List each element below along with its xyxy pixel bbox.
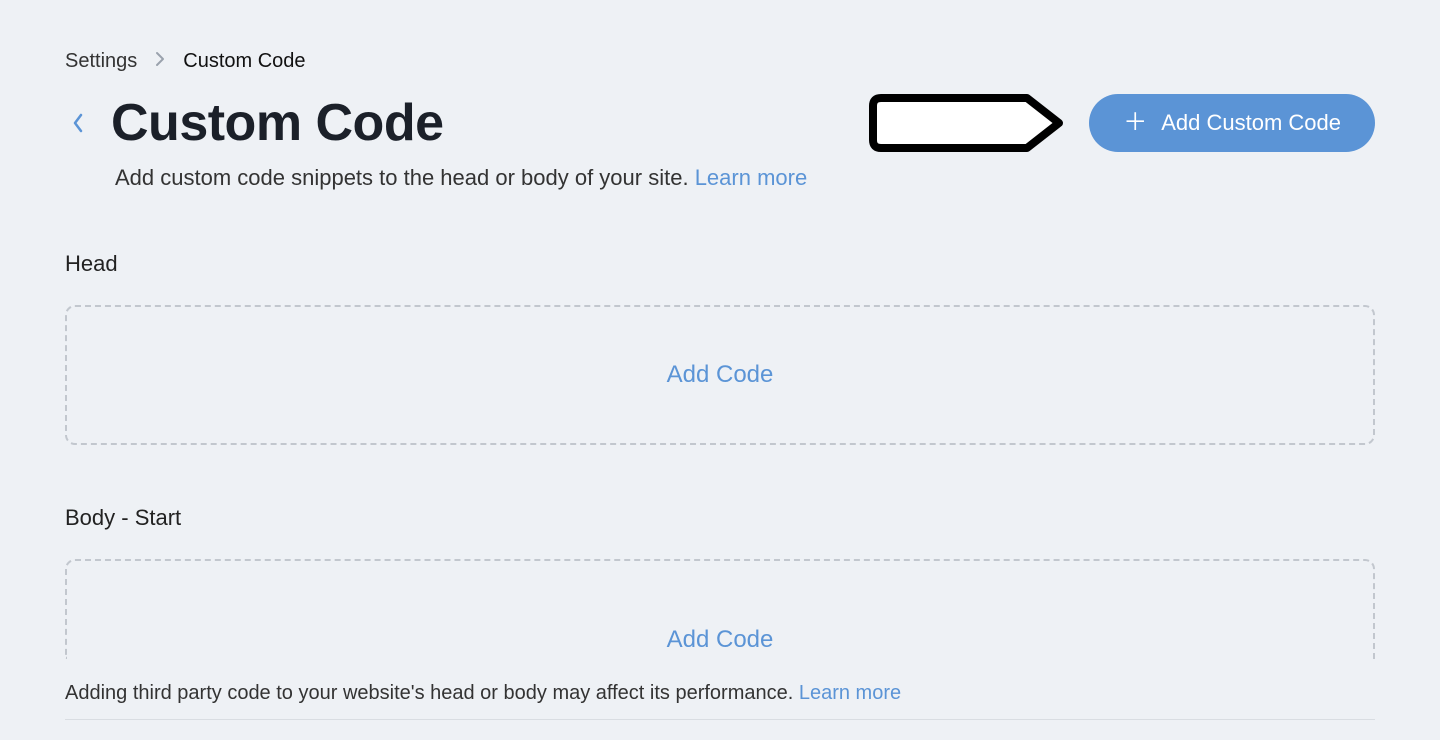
chevron-left-icon	[71, 111, 85, 135]
tag-pointer-callout	[869, 94, 1067, 152]
breadcrumb-current: Custom Code	[183, 50, 305, 73]
breadcrumb: Settings Custom Code	[65, 50, 1375, 73]
footer-notice: Adding third party code to your website'…	[65, 682, 1375, 720]
body-start-add-code-link[interactable]: Add Code	[667, 626, 774, 654]
back-button[interactable]	[65, 105, 91, 141]
body-start-add-code-zone[interactable]: Add Code	[65, 559, 1375, 659]
head-add-code-link[interactable]: Add Code	[667, 361, 774, 389]
page-title: Custom Code	[111, 93, 444, 153]
add-custom-code-label: Add Custom Code	[1161, 110, 1341, 136]
plus-icon: ＋	[1123, 111, 1147, 135]
head-add-code-zone[interactable]: Add Code	[65, 305, 1375, 445]
chevron-right-icon	[155, 51, 165, 72]
breadcrumb-root-link[interactable]: Settings	[65, 50, 137, 73]
section-body-start-label: Body - Start	[65, 505, 1375, 531]
page-subtitle: Add custom code snippets to the head or …	[115, 165, 1375, 191]
learn-more-link[interactable]: Learn more	[695, 165, 808, 190]
footer-learn-more-link[interactable]: Learn more	[799, 682, 901, 704]
section-head-label: Head	[65, 251, 1375, 277]
add-custom-code-button[interactable]: ＋ Add Custom Code	[1089, 94, 1375, 152]
